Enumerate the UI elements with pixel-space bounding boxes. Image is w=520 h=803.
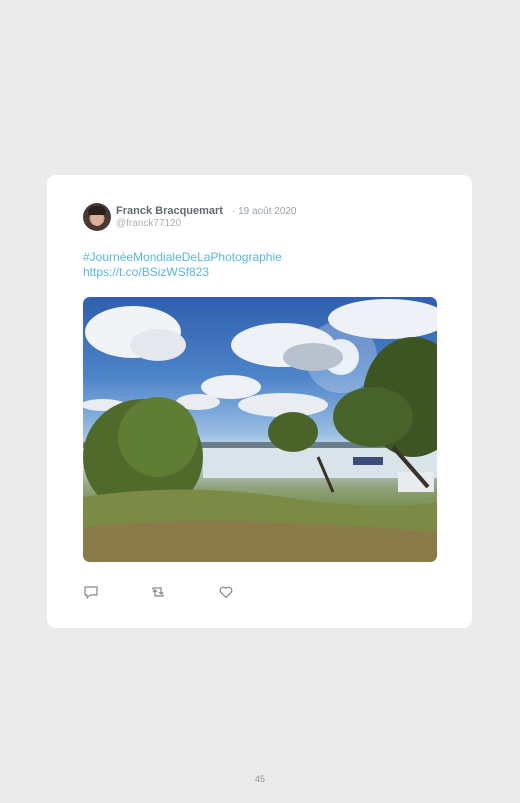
author-handle[interactable]: @franck77120 [116, 218, 181, 229]
page-number: 45 [254, 774, 265, 784]
tweet-card: Franck Bracquemart · 19 août 2020 @franc… [47, 175, 472, 628]
retweet-icon[interactable] [150, 584, 166, 600]
tweet-photo[interactable] [83, 297, 437, 562]
tweet-date: · 19 août 2020 [232, 206, 297, 217]
hashtag-link[interactable]: #JournéeMondialeDeLaPhotographie [83, 250, 423, 265]
reply-icon[interactable] [83, 584, 99, 600]
avatar[interactable] [83, 203, 111, 231]
tweet-text: #JournéeMondialeDeLaPhotographie https:/… [83, 250, 423, 280]
author-name[interactable]: Franck Bracquemart [116, 205, 223, 217]
tweet-link[interactable]: https://t.co/BSizWSf823 [83, 265, 423, 280]
heart-icon[interactable] [218, 584, 234, 600]
